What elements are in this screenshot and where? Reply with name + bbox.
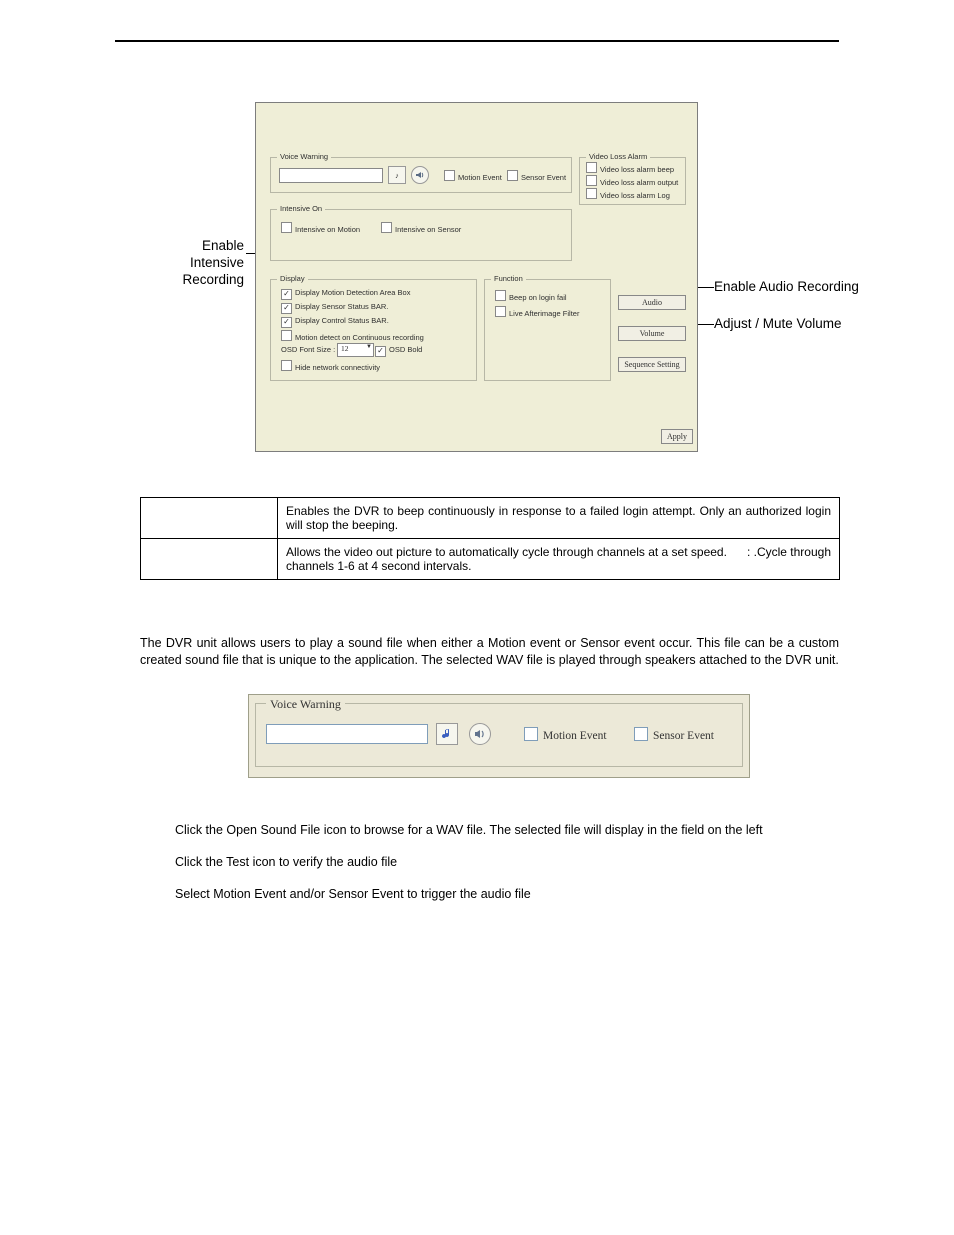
display-legend: Display [277, 274, 308, 283]
table-cell-desc: Allows the video out picture to automati… [278, 539, 840, 580]
annotation-adjust-mute: Adjust / Mute Volume [714, 316, 842, 331]
table-row: Enables the DVR to beep continuously in … [141, 498, 840, 539]
sensor-event-checkbox[interactable]: Sensor Event [507, 170, 566, 182]
apply-button[interactable]: Apply [661, 429, 693, 444]
intensive-motion-checkbox[interactable]: Intensive on Motion [281, 222, 360, 234]
function-fieldset: Function Beep on login fail Live Afterim… [484, 279, 611, 381]
settings-dialog-screenshot: Voice Warning ♪ Motion Event Sensor Even… [255, 102, 698, 452]
voice-warning-fieldset: Voice Warning ♪ Motion Event Sensor Even… [270, 157, 572, 193]
speaker-icon[interactable] [469, 723, 491, 745]
voice-warning-path-input-2[interactable] [266, 724, 428, 744]
osd-font-label: OSD Font Size : [281, 345, 335, 354]
page-rule [115, 40, 839, 42]
intensive-on-fieldset: Intensive On Intensive on Motion Intensi… [270, 209, 572, 261]
function-legend: Function [491, 274, 526, 283]
music-note-icon[interactable]: ♪ [388, 166, 406, 184]
step-2: Click the Test icon to verify the audio … [175, 855, 954, 869]
annotation-enable-intensive: Enable Intensive Recording [154, 238, 244, 289]
music-note-icon[interactable] [436, 723, 458, 745]
step-3: Select Motion Event and/or Sensor Event … [175, 887, 954, 901]
voice-warning-path-input[interactable] [279, 168, 383, 183]
display-motion-area-checkbox[interactable]: ✓Display Motion Detection Area Box [281, 288, 410, 300]
hide-network-checkbox[interactable]: Hide network connectivity [281, 360, 380, 372]
voice-warning-closeup-screenshot: Voice Warning Motion Event Sensor Event [248, 694, 750, 778]
motion-event-checkbox[interactable]: Motion Event [444, 170, 502, 182]
osd-font-select[interactable]: 12 [337, 343, 374, 357]
video-loss-beep-checkbox[interactable]: Video loss alarm beep [586, 162, 674, 174]
table-cell-label [141, 539, 278, 580]
display-control-bar-checkbox[interactable]: ✓Display Control Status BAR. [281, 316, 389, 328]
sensor-event-checkbox-2[interactable]: Sensor Event [634, 727, 714, 742]
table-cell-label [141, 498, 278, 539]
display-sensor-bar-checkbox[interactable]: ✓Display Sensor Status BAR. [281, 302, 388, 314]
steps-list: Click the Open Sound File icon to browse… [175, 823, 954, 901]
voice-warning-paragraph: The DVR unit allows users to play a soun… [140, 635, 839, 669]
display-fieldset: Display ✓Display Motion Detection Area B… [270, 279, 477, 381]
video-loss-fieldset: Video Loss Alarm Video loss alarm beep V… [579, 157, 686, 205]
intensive-on-legend: Intensive On [277, 204, 325, 213]
video-loss-output-checkbox[interactable]: Video loss alarm output [586, 175, 678, 187]
afterimage-checkbox[interactable]: Live Afterimage Filter [495, 306, 579, 318]
osd-bold-checkbox[interactable]: ✓OSD Bold [375, 345, 422, 357]
description-table: Enables the DVR to beep continuously in … [140, 497, 840, 580]
intensive-sensor-checkbox[interactable]: Intensive on Sensor [381, 222, 461, 234]
speaker-icon[interactable] [411, 166, 429, 184]
beep-login-checkbox[interactable]: Beep on login fail [495, 290, 567, 302]
table-row: Allows the video out picture to automati… [141, 539, 840, 580]
sequence-button[interactable]: Sequence Setting [618, 357, 686, 372]
video-loss-legend: Video Loss Alarm [586, 152, 650, 161]
volume-button[interactable]: Volume [618, 326, 686, 341]
voice-warning-legend: Voice Warning [277, 152, 331, 161]
annotation-enable-audio: Enable Audio Recording [714, 279, 859, 294]
motion-continuous-checkbox[interactable]: Motion detect on Continuous recording [281, 330, 424, 342]
table-cell-desc: Enables the DVR to beep continuously in … [278, 498, 840, 539]
step-1: Click the Open Sound File icon to browse… [175, 823, 954, 837]
video-loss-log-checkbox[interactable]: Video loss alarm Log [586, 188, 670, 200]
audio-button[interactable]: Audio [618, 295, 686, 310]
voice-warning-legend-2: Voice Warning [266, 697, 345, 712]
motion-event-checkbox-2[interactable]: Motion Event [524, 727, 607, 742]
